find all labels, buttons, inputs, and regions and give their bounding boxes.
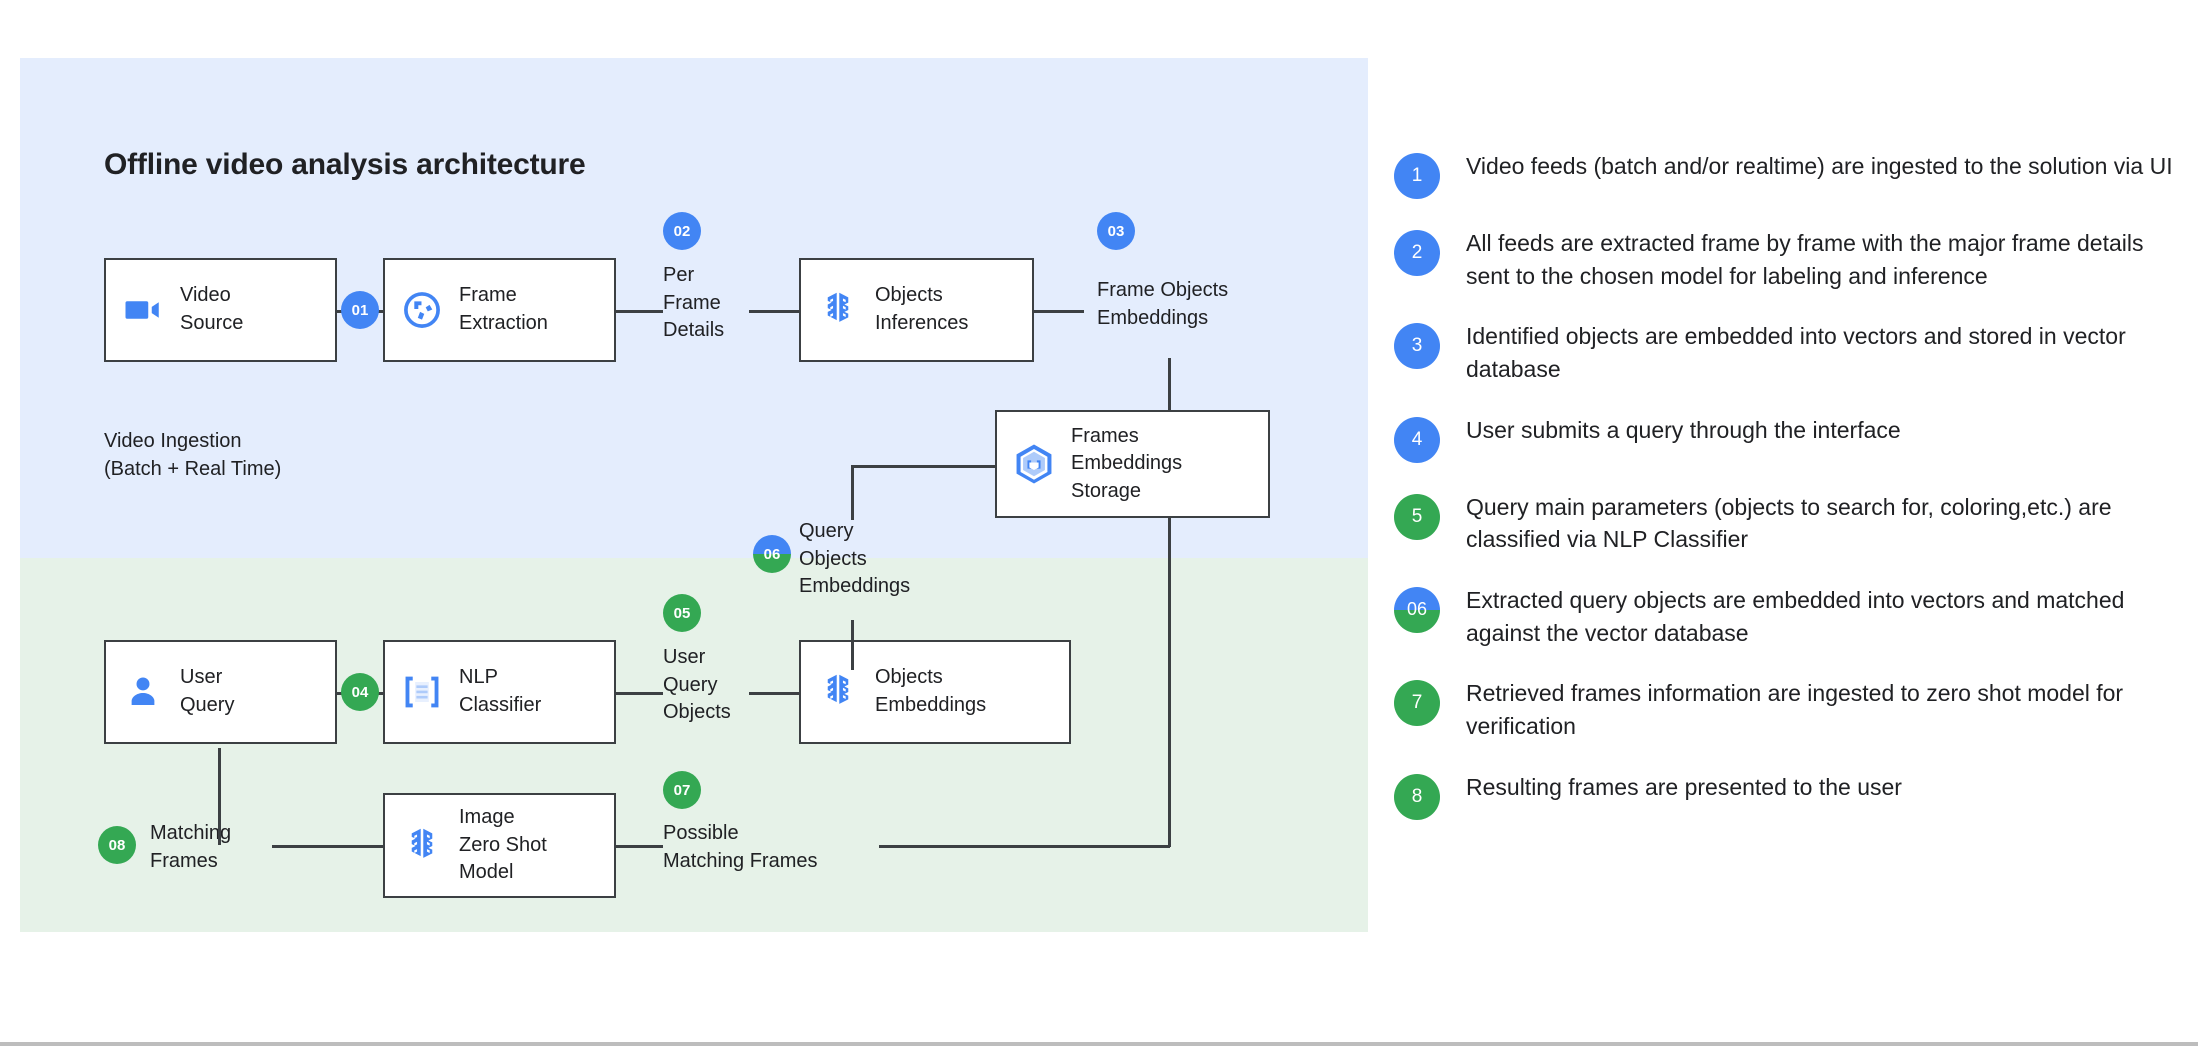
- text-classify-icon: [399, 669, 445, 715]
- legend-item-4[interactable]: 4 User submits a query through the inter…: [1394, 414, 2174, 463]
- legend-badge-7: 7: [1394, 680, 1440, 726]
- node-label: User Query: [180, 664, 234, 719]
- connector-storage-to-possible: [879, 845, 1170, 848]
- node-frames-embeddings-storage[interactable]: Frames Embeddings Storage: [995, 410, 1270, 518]
- connector-matching-to-zeroshot: [272, 845, 383, 848]
- legend-text-2: All feeds are extracted frame by frame w…: [1466, 227, 2174, 292]
- legend-badge-2: 2: [1394, 230, 1440, 276]
- connector-storage-left-down: [851, 465, 854, 520]
- legend-text-1: Video feeds (batch and/or realtime) are …: [1466, 150, 2173, 183]
- diagram-badge-05[interactable]: 05: [663, 594, 701, 632]
- legend-text-4: User submits a query through the interfa…: [1466, 414, 1901, 447]
- connector-perframe-to-objects: [749, 310, 799, 313]
- legend-badge-8: 8: [1394, 774, 1440, 820]
- vector-database-icon: [1011, 441, 1057, 487]
- node-user-query[interactable]: User Query: [104, 640, 337, 744]
- connector-storage-left: [851, 465, 995, 468]
- node-objects-embeddings[interactable]: Objects Embeddings: [799, 640, 1071, 744]
- flow-label-per-frame-details: Per Frame Details: [663, 262, 724, 345]
- legend-item-8[interactable]: 8 Resulting frames are presented to the …: [1394, 771, 2174, 820]
- node-frame-extraction[interactable]: Frame Extraction: [383, 258, 616, 362]
- legend-badge-6: 06: [1394, 587, 1440, 633]
- diagram-badge-07[interactable]: 07: [663, 771, 701, 809]
- node-nlp-classifier[interactable]: NLP Classifier: [383, 640, 616, 744]
- node-label: Objects Inferences: [875, 282, 968, 337]
- legend-text-3: Identified objects are embedded into vec…: [1466, 320, 2174, 385]
- diagram-badge-04[interactable]: 04: [341, 673, 379, 711]
- connector-frame-to-perframe: [616, 310, 663, 313]
- node-label: Objects Embeddings: [875, 664, 986, 719]
- legend-item-1[interactable]: 1 Video feeds (batch and/or realtime) ar…: [1394, 150, 2174, 199]
- node-image-zero-shot-model[interactable]: Image Zero Shot Model: [383, 793, 616, 898]
- legend-item-7[interactable]: 7 Retrieved frames information are inges…: [1394, 677, 2174, 742]
- connector-userqueryobjects-to-objectsemb: [749, 692, 799, 695]
- legend-item-5[interactable]: 5 Query main parameters (objects to sear…: [1394, 491, 2174, 556]
- steps-legend: 1 Video feeds (batch and/or realtime) ar…: [1394, 150, 2174, 848]
- legend-badge-3: 3: [1394, 323, 1440, 369]
- connector-zeroshot-to-possible: [616, 845, 663, 848]
- video-camera-icon: [120, 287, 166, 333]
- flow-label-possible-matching-frames: Possible Matching Frames: [663, 820, 818, 875]
- legend-badge-5: 5: [1394, 494, 1440, 540]
- diagram-badge-08[interactable]: 08: [98, 826, 136, 864]
- legend-text-8: Resulting frames are presented to the us…: [1466, 771, 1902, 804]
- legend-badge-1: 1: [1394, 153, 1440, 199]
- legend-text-6: Extracted query objects are embedded int…: [1466, 584, 2174, 649]
- diagram-badge-02[interactable]: 02: [663, 212, 701, 250]
- connector-objects-to-embeddings: [1034, 310, 1084, 313]
- connector-storage-down: [1168, 518, 1171, 847]
- legend-item-2[interactable]: 2 All feeds are extracted frame by frame…: [1394, 227, 2174, 292]
- diagram-badge-03[interactable]: 03: [1097, 212, 1135, 250]
- connector-nlp-to-userqueryobjects: [616, 692, 663, 695]
- flow-label-frame-objects-embeddings: Frame Objects Embeddings: [1097, 277, 1228, 332]
- page-title: Offline video analysis architecture: [104, 148, 586, 182]
- node-video-source[interactable]: Video Source: [104, 258, 337, 362]
- frame-extraction-icon: [399, 287, 445, 333]
- legend-text-7: Retrieved frames information are ingeste…: [1466, 677, 2174, 742]
- video-ingestion-label: Video Ingestion (Batch + Real Time): [104, 428, 281, 483]
- node-label: Video Source: [180, 282, 243, 337]
- legend-item-6[interactable]: 06 Extracted query objects are embedded …: [1394, 584, 2174, 649]
- connector-embeddings-down: [1168, 358, 1171, 410]
- brain-icon: [399, 823, 445, 869]
- node-objects-inferences[interactable]: Objects Inferences: [799, 258, 1034, 362]
- legend-item-3[interactable]: 3 Identified objects are embedded into v…: [1394, 320, 2174, 385]
- flow-label-user-query-objects: User Query Objects: [663, 644, 731, 727]
- diagram-badge-01[interactable]: 01: [341, 291, 379, 329]
- node-label: Image Zero Shot Model: [459, 804, 547, 887]
- node-label: Frame Extraction: [459, 282, 548, 337]
- connector-userquery-down: [218, 748, 221, 845]
- person-icon: [120, 669, 166, 715]
- diagram-badge-06[interactable]: 06: [753, 535, 791, 573]
- node-label: Frames Embeddings Storage: [1071, 423, 1182, 506]
- node-label: NLP Classifier: [459, 664, 541, 719]
- legend-text-5: Query main parameters (objects to search…: [1466, 491, 2174, 556]
- connector-queryobjects-down: [851, 620, 854, 670]
- brain-icon: [815, 669, 861, 715]
- legend-badge-4: 4: [1394, 417, 1440, 463]
- brain-icon: [815, 287, 861, 333]
- flow-label-query-objects-embeddings: Query Objects Embeddings: [799, 518, 910, 601]
